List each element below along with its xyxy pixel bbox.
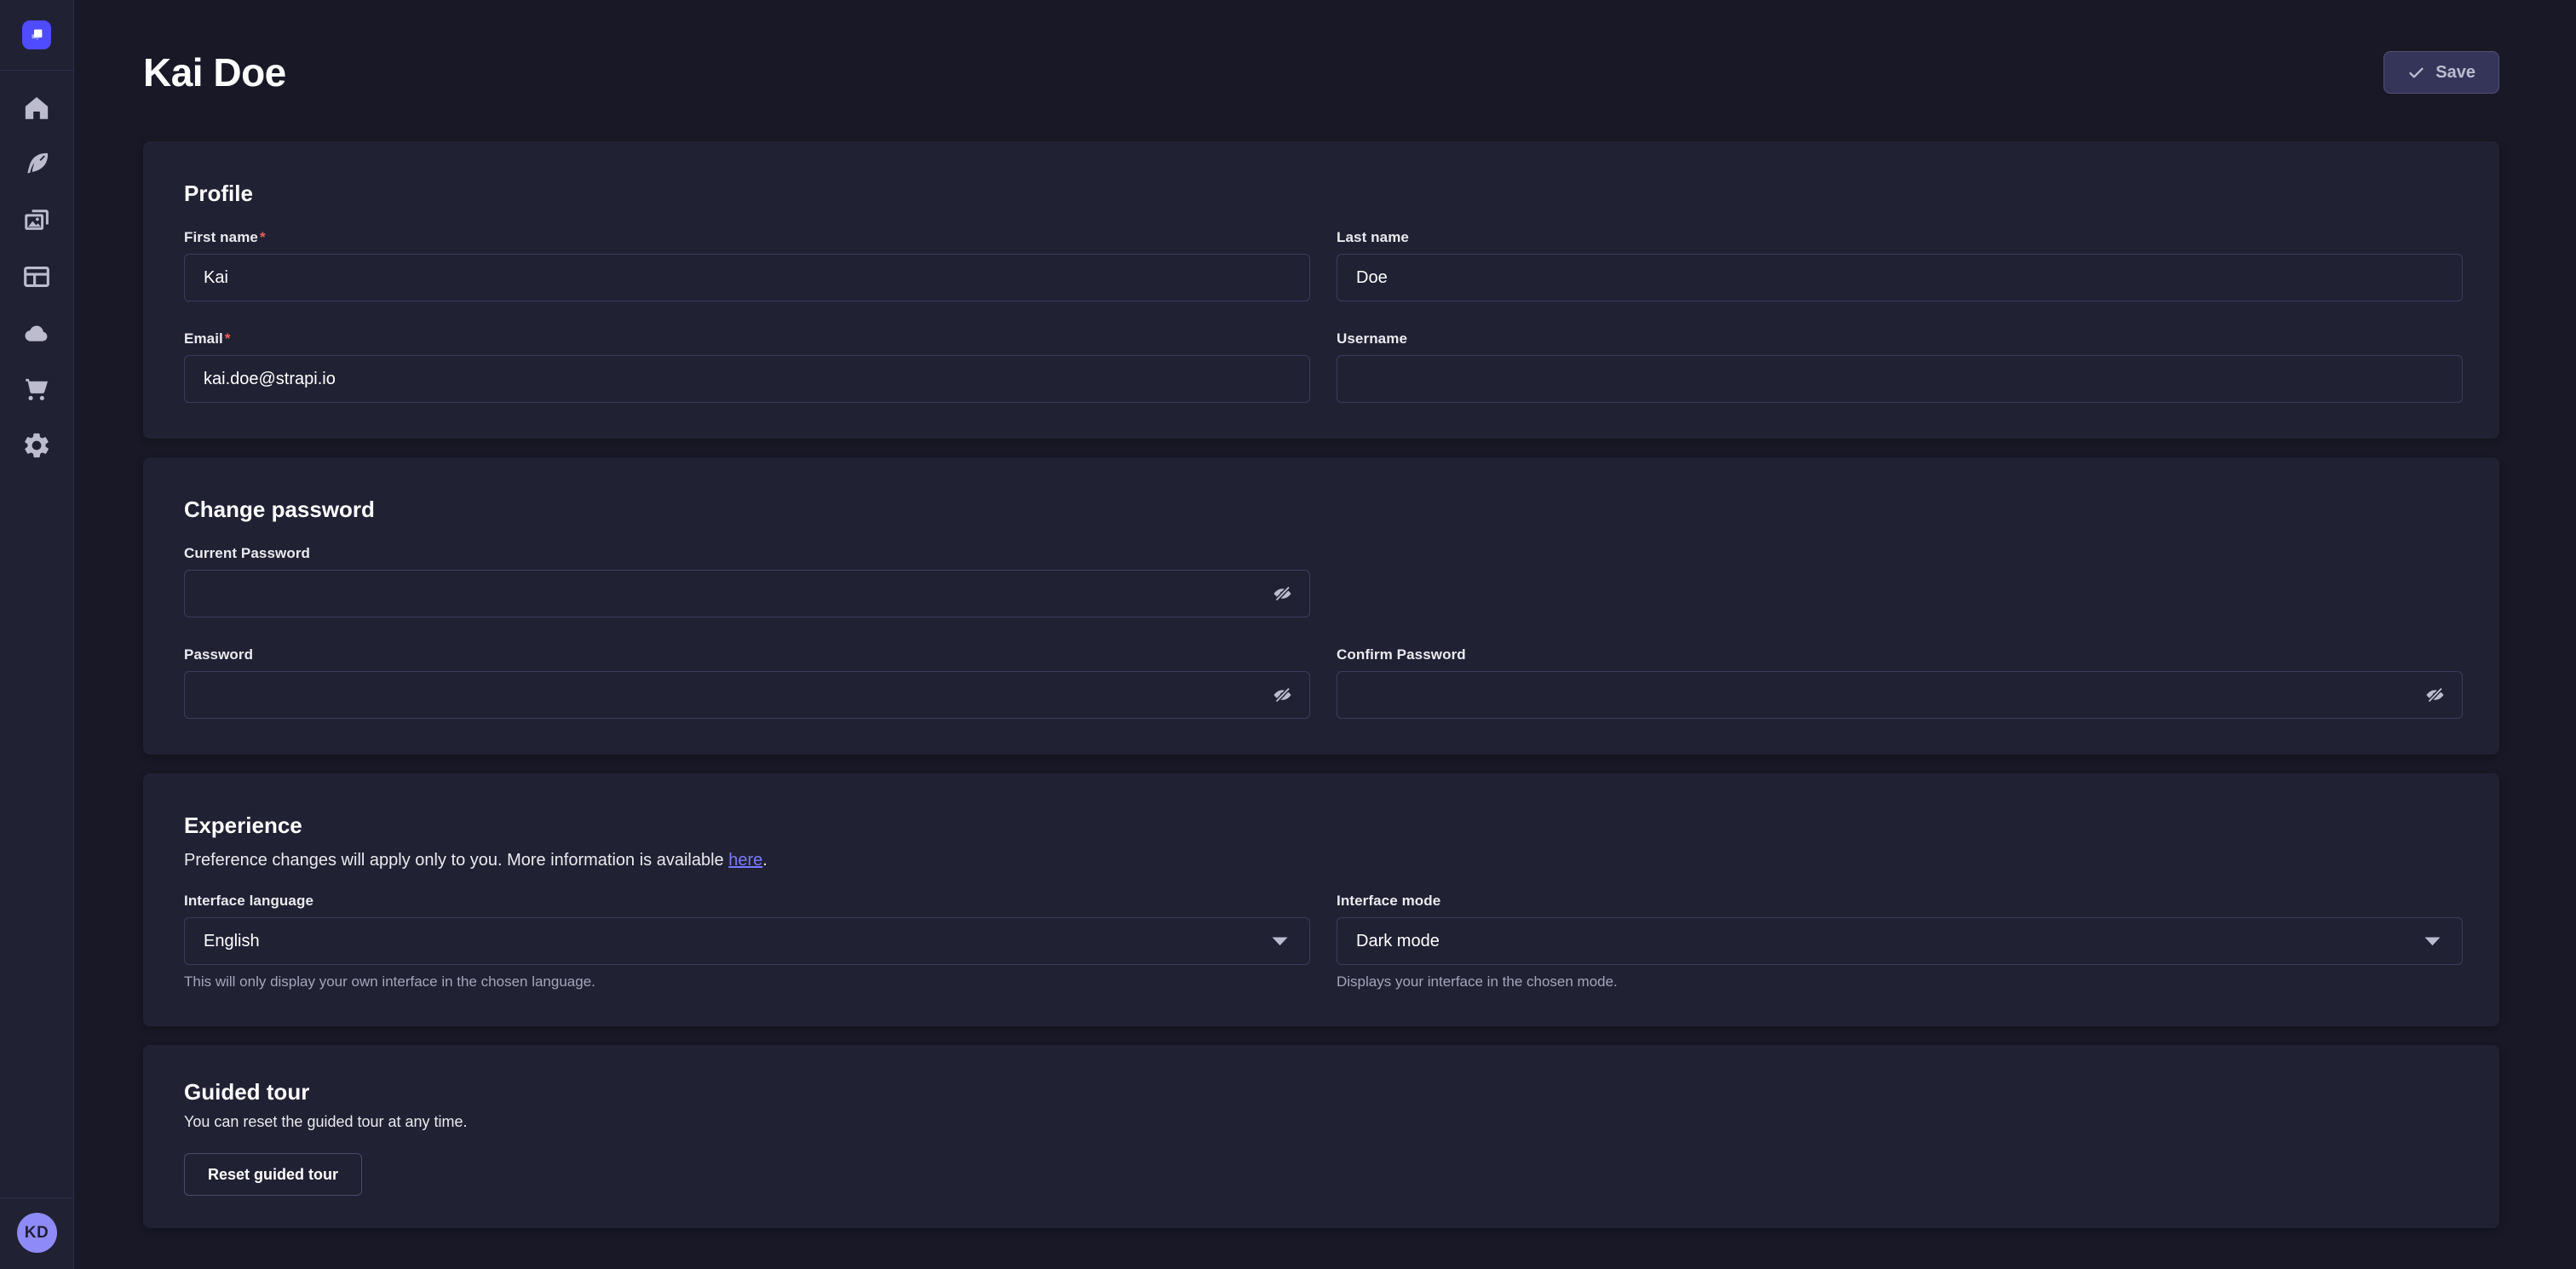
change-password-section-title: Change password — [184, 497, 2463, 523]
username-label: Username — [1337, 330, 2463, 347]
marketplace-cart-icon — [22, 375, 51, 404]
chevron-down-icon — [1271, 936, 1289, 946]
strapi-logo-icon — [26, 25, 47, 45]
guided-tour-section-title: Guided tour — [184, 1079, 2463, 1105]
last-name-field-group: Last name — [1337, 229, 2463, 301]
interface-language-label: Interface language — [184, 893, 1310, 910]
change-password-card: Change password Current Password — [143, 457, 2499, 755]
interface-language-select[interactable]: English — [184, 917, 1310, 965]
email-field-group: Email* — [184, 330, 1310, 403]
sidebar-item-content-type-builder[interactable] — [22, 262, 51, 291]
interface-mode-label: Interface mode — [1337, 893, 2463, 910]
confirm-password-field-group: Confirm Password — [1337, 646, 2463, 719]
toggle-confirm-password-visibility-button[interactable] — [2420, 680, 2449, 709]
first-name-field-group: First name* — [184, 229, 1310, 301]
new-password-label: Password — [184, 646, 1310, 663]
new-password-input[interactable] — [184, 671, 1310, 719]
page-title: Kai Doe — [143, 49, 286, 95]
confirm-password-label: Confirm Password — [1337, 646, 2463, 663]
sidebar-item-content-manager[interactable] — [22, 150, 51, 179]
page-header: Kai Doe Save — [74, 0, 2576, 95]
toggle-new-password-visibility-button[interactable] — [1268, 680, 1297, 709]
eye-off-icon — [2424, 685, 2447, 705]
sidebar-item-home[interactable] — [22, 94, 51, 123]
settings-gear-icon — [22, 431, 51, 460]
experience-card: Experience Preference changes will apply… — [143, 773, 2499, 1026]
media-library-icon — [22, 206, 51, 235]
profile-card: Profile First name* Last name Email* — [143, 141, 2499, 439]
guided-tour-description: You can reset the guided tour at any tim… — [184, 1113, 2463, 1131]
cloud-icon — [22, 319, 51, 347]
save-button[interactable]: Save — [2383, 51, 2499, 94]
username-input[interactable] — [1337, 355, 2463, 403]
main-content: Kai Doe Save Profile First name* Last na… — [74, 0, 2576, 1269]
sidebar-item-marketplace[interactable] — [22, 375, 51, 404]
last-name-input[interactable] — [1337, 254, 2463, 301]
interface-language-value: English — [204, 932, 260, 951]
experience-section-title: Experience — [184, 813, 2463, 839]
sidebar-item-settings[interactable] — [22, 431, 51, 460]
interface-mode-value: Dark mode — [1356, 932, 1440, 951]
grid-spacer — [1337, 545, 2463, 617]
more-information-link[interactable]: here — [728, 851, 762, 870]
toggle-current-password-visibility-button[interactable] — [1268, 579, 1297, 608]
content-feather-icon — [22, 150, 51, 179]
content-area: Profile First name* Last name Email* — [74, 95, 2576, 1228]
reset-guided-tour-button[interactable]: Reset guided tour — [184, 1153, 362, 1196]
username-field-group: Username — [1337, 330, 2463, 403]
save-button-label: Save — [2435, 63, 2475, 83]
logo-area — [0, 0, 73, 71]
new-password-field-group: Password — [184, 646, 1310, 719]
chevron-down-icon — [2424, 936, 2441, 946]
eye-off-icon — [1271, 583, 1294, 604]
email-input[interactable] — [184, 355, 1310, 403]
eye-off-icon — [1271, 685, 1294, 705]
required-asterisk: * — [225, 330, 231, 347]
check-icon — [2407, 64, 2425, 82]
interface-mode-helper: Displays your interface in the chosen mo… — [1337, 973, 2463, 991]
interface-mode-field-group: Interface mode Dark mode Displays your i… — [1337, 893, 2463, 991]
interface-language-field-group: Interface language English This will onl… — [184, 893, 1310, 991]
email-label: Email* — [184, 330, 1310, 347]
required-asterisk: * — [260, 229, 266, 245]
first-name-input[interactable] — [184, 254, 1310, 301]
sidebar: KD — [0, 0, 74, 1269]
current-password-field-group: Current Password — [184, 545, 1310, 617]
current-password-input[interactable] — [184, 570, 1310, 617]
guided-tour-card: Guided tour You can reset the guided tou… — [143, 1045, 2499, 1228]
interface-language-helper: This will only display your own interfac… — [184, 973, 1310, 991]
home-icon — [22, 94, 51, 123]
content-type-builder-icon — [22, 262, 51, 291]
current-password-label: Current Password — [184, 545, 1310, 562]
sidebar-item-deploy[interactable] — [22, 319, 51, 347]
strapi-logo[interactable] — [22, 20, 51, 49]
last-name-label: Last name — [1337, 229, 2463, 246]
sidebar-item-media-library[interactable] — [22, 206, 51, 235]
interface-mode-select[interactable]: Dark mode — [1337, 917, 2463, 965]
profile-section-title: Profile — [184, 181, 2463, 207]
user-avatar[interactable]: KD — [17, 1213, 57, 1253]
confirm-password-input[interactable] — [1337, 671, 2463, 719]
sidebar-footer: KD — [0, 1197, 73, 1269]
first-name-label: First name* — [184, 229, 1310, 246]
sidebar-nav — [22, 71, 51, 1197]
experience-description: Preference changes will apply only to yo… — [184, 851, 2463, 870]
